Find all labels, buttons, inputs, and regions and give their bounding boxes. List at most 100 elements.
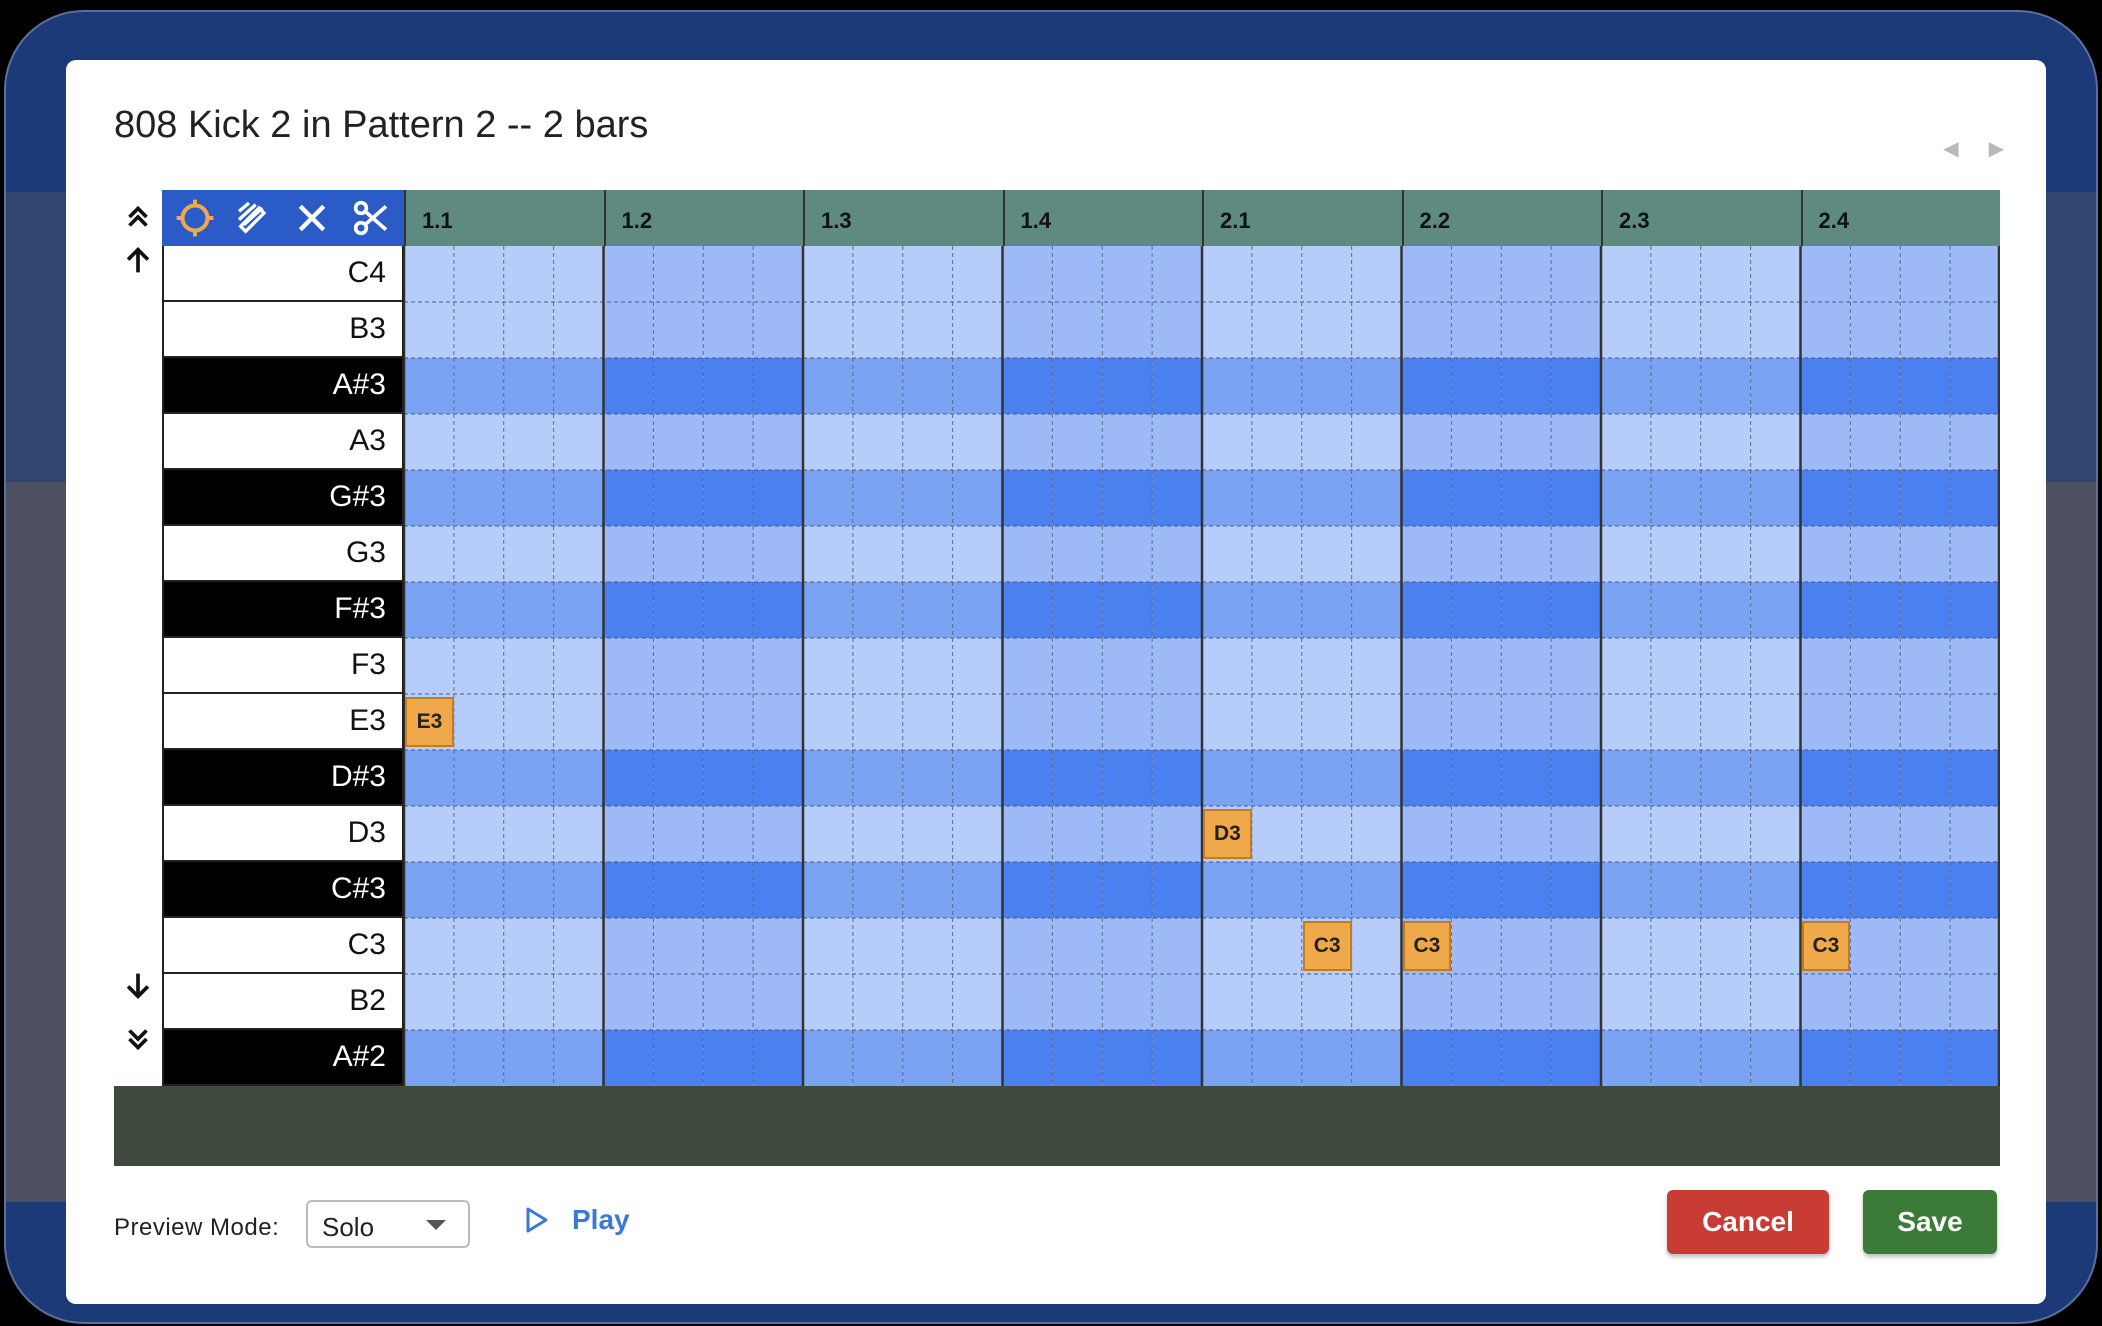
- grid-cell[interactable]: [653, 526, 704, 582]
- grid-cell[interactable]: [902, 358, 953, 414]
- grid-cell[interactable]: [703, 414, 754, 470]
- grid-cell[interactable]: [1850, 470, 1901, 526]
- grid-cell[interactable]: [1202, 302, 1252, 358]
- grid-cell[interactable]: [1501, 526, 1552, 582]
- grid-cell[interactable]: [803, 470, 853, 526]
- grid-cell[interactable]: [1152, 414, 1202, 470]
- grid-cell[interactable]: [1551, 862, 1601, 918]
- grid-cell[interactable]: [1401, 974, 1452, 1030]
- grid-cell[interactable]: [1950, 694, 2000, 750]
- grid-cell[interactable]: [1900, 918, 1951, 974]
- grid-cell[interactable]: [1102, 358, 1153, 414]
- piano-key[interactable]: B3: [162, 302, 404, 358]
- grid-cell[interactable]: [1152, 302, 1202, 358]
- grid-cell[interactable]: [703, 1030, 754, 1086]
- grid-cell[interactable]: [1401, 414, 1452, 470]
- grid-cell[interactable]: [1202, 582, 1252, 638]
- grid-cell[interactable]: [703, 582, 754, 638]
- grid-cell[interactable]: [1002, 918, 1053, 974]
- grid-cell[interactable]: [1351, 918, 1402, 974]
- grid-cell[interactable]: [852, 862, 903, 918]
- grid-cell[interactable]: [653, 974, 704, 1030]
- grid-cell[interactable]: [1251, 246, 1302, 302]
- grid-cell[interactable]: [653, 470, 704, 526]
- grid-cell[interactable]: [803, 750, 853, 806]
- grid-cell[interactable]: [952, 526, 1003, 582]
- grid-cell[interactable]: [1301, 302, 1352, 358]
- grid-cell[interactable]: [1900, 526, 1951, 582]
- grid-cell[interactable]: [404, 246, 454, 302]
- grid-cell[interactable]: [1900, 358, 1951, 414]
- grid-cell[interactable]: [1401, 358, 1452, 414]
- grid-cell[interactable]: [453, 246, 504, 302]
- grid-cell[interactable]: [1551, 750, 1601, 806]
- grid-cell[interactable]: [603, 470, 654, 526]
- grid-cell[interactable]: [1152, 862, 1202, 918]
- grid-cell[interactable]: [503, 694, 554, 750]
- grid-cell[interactable]: [902, 470, 953, 526]
- grid-cell[interactable]: [1700, 358, 1751, 414]
- grid-cell[interactable]: [1750, 806, 1801, 862]
- grid-cell[interactable]: [803, 806, 853, 862]
- piano-key[interactable]: G3: [162, 526, 404, 582]
- grid-cell[interactable]: [1152, 750, 1202, 806]
- grid-cell[interactable]: [952, 806, 1003, 862]
- grid-cell[interactable]: [1002, 806, 1053, 862]
- grid-cell[interactable]: [1401, 246, 1452, 302]
- play-button[interactable]: Play: [524, 1204, 630, 1236]
- grid-cell[interactable]: [1601, 694, 1651, 750]
- grid-cell[interactable]: [1650, 806, 1701, 862]
- grid-cell[interactable]: [852, 358, 903, 414]
- grid-cell[interactable]: [653, 750, 704, 806]
- timeline-beat[interactable]: 1.1: [404, 190, 604, 246]
- grid-cell[interactable]: [1650, 638, 1701, 694]
- grid-cell[interactable]: [404, 1030, 454, 1086]
- grid-cell[interactable]: [1102, 862, 1153, 918]
- grid-cell[interactable]: [653, 246, 704, 302]
- grid-cell[interactable]: [1002, 246, 1053, 302]
- grid-cell[interactable]: [952, 582, 1003, 638]
- grid-cell[interactable]: [803, 974, 853, 1030]
- grid-cell[interactable]: [503, 526, 554, 582]
- grid-cell[interactable]: [1950, 638, 2000, 694]
- grid-cell[interactable]: [404, 750, 454, 806]
- grid-cell[interactable]: [753, 694, 803, 750]
- grid-cell[interactable]: [1601, 806, 1651, 862]
- grid-cell[interactable]: [753, 470, 803, 526]
- grid-cell[interactable]: [1850, 526, 1901, 582]
- grid-cell[interactable]: [1800, 526, 1851, 582]
- grid-cell[interactable]: [503, 638, 554, 694]
- grid-cell[interactable]: [902, 246, 953, 302]
- grid-cell[interactable]: [1351, 806, 1402, 862]
- grid-cell[interactable]: [1152, 694, 1202, 750]
- grid-cell[interactable]: [603, 246, 654, 302]
- grid-cell[interactable]: [952, 470, 1003, 526]
- grid-cell[interactable]: [1451, 582, 1502, 638]
- grid-cell[interactable]: [703, 974, 754, 1030]
- grid-cell[interactable]: [653, 918, 704, 974]
- grid-cell[interactable]: [553, 470, 604, 526]
- grid-cell[interactable]: [1052, 302, 1103, 358]
- grid-cell[interactable]: [503, 750, 554, 806]
- grid-cell[interactable]: [1451, 1030, 1502, 1086]
- grid-cell[interactable]: [1551, 638, 1601, 694]
- grid-cell[interactable]: [1351, 526, 1402, 582]
- grid-cell[interactable]: [753, 582, 803, 638]
- note-block[interactable]: C3: [1801, 921, 1851, 971]
- grid-cell[interactable]: [603, 526, 654, 582]
- grid-cell[interactable]: [1750, 526, 1801, 582]
- grid-cell[interactable]: [1451, 974, 1502, 1030]
- grid-cell[interactable]: [1551, 414, 1601, 470]
- piano-key[interactable]: D3: [162, 806, 404, 862]
- piano-key[interactable]: C#3: [162, 862, 404, 918]
- grid-cell[interactable]: [1401, 1030, 1452, 1086]
- grid-cell[interactable]: [1152, 918, 1202, 974]
- grid-cell[interactable]: [1750, 918, 1801, 974]
- grid-cell[interactable]: [1351, 750, 1402, 806]
- grid-cell[interactable]: [404, 470, 454, 526]
- grid-cell[interactable]: [1601, 638, 1651, 694]
- piano-key[interactable]: E3: [162, 694, 404, 750]
- grid-cell[interactable]: [902, 638, 953, 694]
- grid-cell[interactable]: [1650, 862, 1701, 918]
- grid-cell[interactable]: [1351, 302, 1402, 358]
